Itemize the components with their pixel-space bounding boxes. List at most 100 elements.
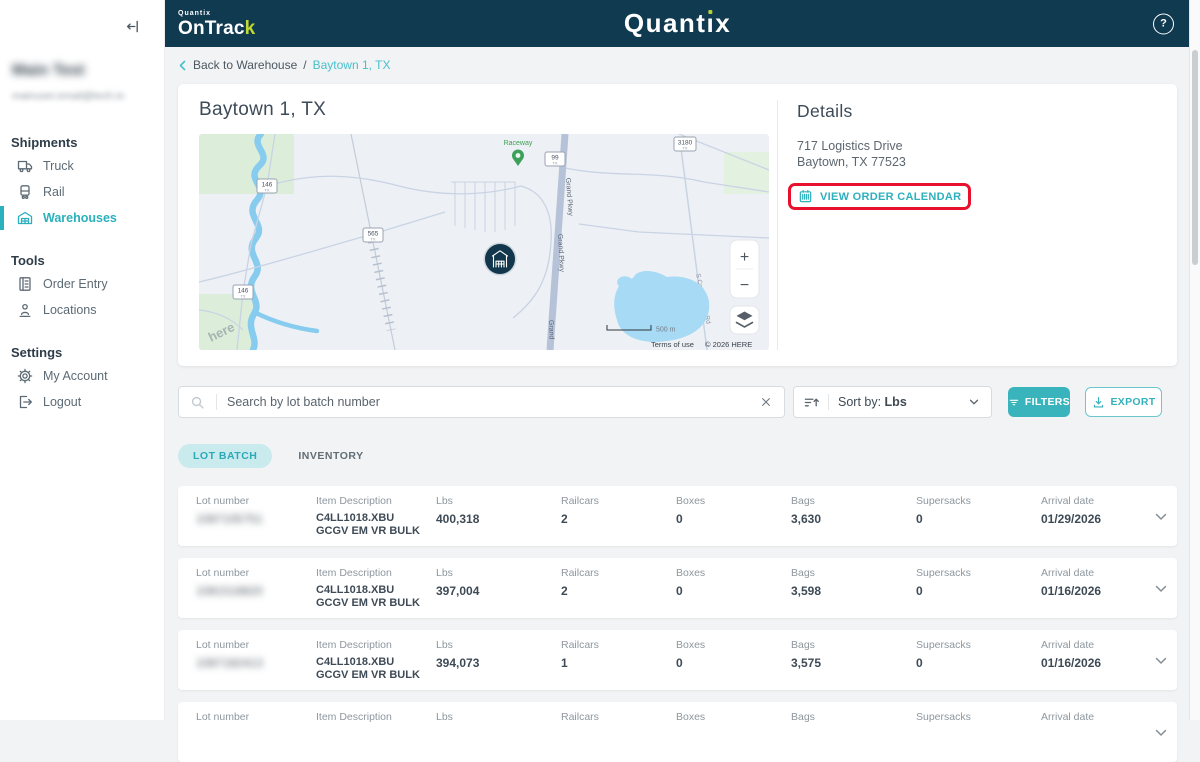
- breadcrumb-separator: /: [303, 58, 307, 72]
- sort-value: Lbs: [884, 395, 907, 409]
- svg-text:500 m: 500 m: [656, 327, 676, 334]
- search-clear-button[interactable]: [748, 396, 784, 408]
- row-expand-chevron[interactable]: [1153, 567, 1187, 618]
- arrival-date-value: 01/16/2026: [1041, 656, 1102, 670]
- column-label: Supersacks: [916, 711, 971, 723]
- row-expand-chevron[interactable]: [1153, 495, 1187, 546]
- view-order-calendar-button[interactable]: VIEW ORDER CALENDAR: [798, 189, 961, 204]
- sidebar: Main Test mainuser.email@tech.io Shipmen…: [0, 0, 165, 720]
- sidebar-nav: Shipments Truck Rail Warehouses Tools Or…: [0, 135, 164, 415]
- map-warehouse-marker[interactable]: [483, 242, 517, 276]
- panel-left: Baytown 1, TX Grand Pkwy Grand Pkwy Gran…: [178, 84, 777, 366]
- map-terms-link[interactable]: Terms of use: [651, 340, 694, 349]
- address-line-1: 717 Logistics Drive: [797, 139, 903, 153]
- sort-dropdown[interactable]: Sort by: Lbs: [793, 386, 992, 418]
- ontrack-logo-main: OnTrack: [178, 17, 256, 39]
- row-expand-chevron[interactable]: [1153, 711, 1187, 762]
- column-label: Bags: [791, 495, 815, 507]
- sort-icon: [804, 398, 819, 406]
- column-label: Item Description: [316, 567, 392, 579]
- map-layers-button[interactable]: [729, 305, 760, 335]
- export-label: EXPORT: [1110, 396, 1156, 408]
- gear-icon: [17, 368, 33, 384]
- warehouse-map[interactable]: Grand Pkwy Grand Pkwy Grand S Cotton Lak…: [199, 134, 769, 350]
- sidebar-item-my-account[interactable]: My Account: [0, 363, 164, 389]
- user-email-redacted: mainuser.email@tech.io: [12, 90, 125, 102]
- chevron-down-icon: [1155, 657, 1167, 664]
- export-button[interactable]: EXPORT: [1085, 387, 1162, 417]
- app-header: Quantix OnTrack Quantıx ?: [165, 0, 1190, 47]
- railcars-value: 2: [561, 584, 568, 598]
- item-description-value: C4LL1018.XBU GCGV EM VR BULK: [316, 584, 420, 609]
- column-label: Lot number: [196, 711, 250, 723]
- scrollbar-track[interactable]: [1189, 0, 1200, 720]
- column-label: Supersacks: [916, 495, 971, 507]
- warehouse-panel: Baytown 1, TX Grand Pkwy Grand Pkwy Gran…: [178, 84, 1177, 366]
- table-row[interactable]: Lot number 1087105751 Item Description C4L…: [178, 486, 1177, 546]
- bags-value: 3,630: [791, 512, 822, 526]
- scrollbar-thumb[interactable]: [1192, 50, 1198, 265]
- sidebar-item-label: Warehouses: [43, 211, 117, 225]
- filters-label: FILTERS: [1024, 396, 1070, 408]
- sidebar-item-label: My Account: [43, 369, 108, 383]
- map-copyright: © 2026 HERE: [705, 340, 752, 349]
- map-zoom-in-button[interactable]: +: [740, 249, 749, 266]
- lot-number-value-redacted: 1081518820: [196, 584, 263, 598]
- sidebar-item-order-entry[interactable]: Order Entry: [0, 271, 164, 297]
- help-icon: ?: [1160, 17, 1167, 30]
- table-row[interactable]: Lot number 1087182413 Item Description C4L…: [178, 630, 1177, 690]
- chevron-down-icon: [1155, 729, 1167, 736]
- lot-number-value-redacted: 1087105751: [196, 512, 263, 526]
- svg-text:TX: TX: [552, 161, 557, 166]
- column-label: Lot number: [196, 567, 250, 579]
- close-icon: [762, 398, 770, 406]
- truck-icon: [17, 160, 33, 173]
- collapse-sidebar-icon[interactable]: [125, 19, 140, 34]
- column-label: Arrival date: [1041, 495, 1095, 507]
- column-label: Bags: [791, 639, 815, 651]
- column-label: Railcars: [561, 639, 599, 651]
- lot-number-value-redacted: 1087182413: [196, 656, 263, 670]
- column-label: Lbs: [436, 639, 453, 651]
- map-zoom-out-button[interactable]: −: [740, 277, 749, 294]
- filters-button[interactable]: FILTERS: [1008, 387, 1070, 417]
- sidebar-item-label: Order Entry: [43, 277, 108, 291]
- breadcrumb-back-link[interactable]: Back to Warehouse: [178, 58, 297, 72]
- help-button[interactable]: ?: [1153, 13, 1174, 34]
- details-section: Details 717 Logistics Drive Baytown, TX …: [777, 100, 1177, 350]
- address-line-2: Baytown, TX 77523: [797, 155, 906, 169]
- sidebar-item-warehouses[interactable]: Warehouses: [0, 205, 164, 231]
- tab-lot-batch[interactable]: LOT BATCH: [178, 443, 273, 468]
- quantix-center-logo: Quantıx: [623, 8, 732, 38]
- sort-divider: [828, 394, 829, 410]
- order-entry-icon: [19, 277, 31, 291]
- search-icon: [179, 395, 216, 410]
- column-label: Item Description: [316, 639, 392, 651]
- row-expand-chevron[interactable]: [1153, 639, 1187, 690]
- locations-icon: [19, 303, 31, 318]
- search-input[interactable]: [217, 395, 748, 409]
- toolbar: Sort by: Lbs FILTERS EXPORT: [178, 386, 1177, 418]
- map-zoom-controls: + −: [729, 239, 760, 299]
- column-label: Bags: [791, 711, 815, 723]
- column-label: Railcars: [561, 711, 599, 723]
- boxes-value: 0: [676, 512, 683, 526]
- logout-icon: [19, 395, 32, 409]
- search-box: [178, 386, 785, 418]
- tab-inventory[interactable]: INVENTORY: [298, 450, 363, 462]
- map-poi-label: Raceway: [504, 140, 533, 147]
- ontrack-logo: Quantix OnTrack: [165, 10, 255, 38]
- sidebar-item-rail[interactable]: Rail: [0, 179, 164, 205]
- sidebar-item-truck[interactable]: Truck: [0, 153, 164, 179]
- table-row[interactable]: Lot number Item Description Lbs Railcars…: [178, 702, 1177, 762]
- railcars-value: 2: [561, 512, 568, 526]
- sidebar-item-locations[interactable]: Locations: [0, 297, 164, 323]
- boxes-value: 0: [676, 656, 683, 670]
- sidebar-item-logout[interactable]: Logout: [0, 389, 164, 415]
- column-label: Railcars: [561, 495, 599, 507]
- table-row[interactable]: Lot number 1081518820 Item Description C4L…: [178, 558, 1177, 618]
- sort-label: Sort by: Lbs: [838, 395, 907, 409]
- column-label: Lot number: [196, 495, 250, 507]
- svg-text:TX: TX: [240, 294, 245, 299]
- download-icon: [1093, 396, 1103, 408]
